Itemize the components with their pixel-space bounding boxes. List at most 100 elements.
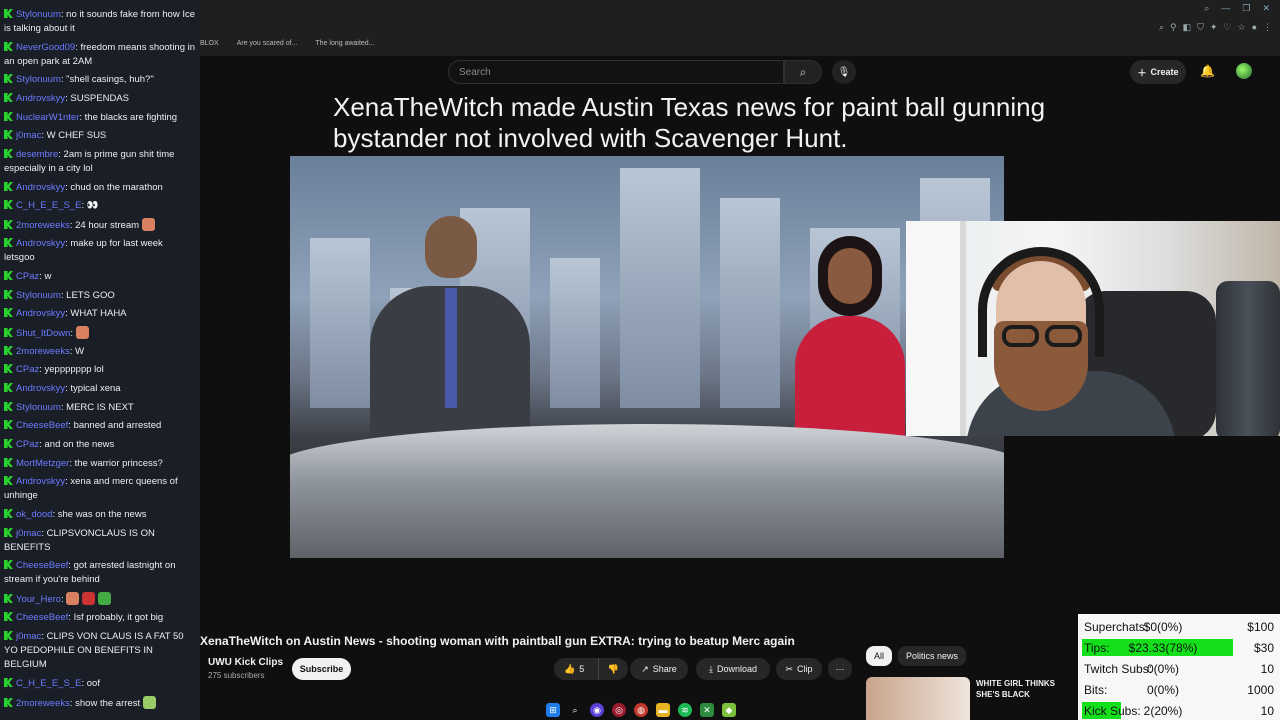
chat-username: ok_dood bbox=[16, 509, 53, 520]
chat-username: Your_Hero bbox=[16, 594, 62, 605]
goal-value: 2(20%) bbox=[1143, 704, 1183, 718]
more-icon: ⋯ bbox=[835, 663, 845, 674]
download-button[interactable]: ⤓ Download bbox=[696, 658, 770, 680]
kick-badge-icon bbox=[4, 631, 13, 640]
clip-button[interactable]: ✂ Clip bbox=[776, 658, 822, 680]
close-icon[interactable]: ✕ bbox=[1262, 3, 1270, 14]
recommended-video-thumbnail[interactable] bbox=[866, 677, 970, 720]
account-avatar[interactable] bbox=[1236, 63, 1252, 79]
video-title: XenaTheWitch on Austin News - shooting w… bbox=[200, 634, 795, 648]
shield-icon[interactable]: ⛉ bbox=[1197, 22, 1204, 33]
puzzle-icon[interactable]: ✦ bbox=[1210, 22, 1218, 33]
video-player[interactable] bbox=[290, 156, 1004, 558]
search-button[interactable]: ⌕ bbox=[784, 60, 822, 84]
chat-text: LETS GOO bbox=[66, 290, 115, 301]
bookmark-item[interactable]: Are you scared of... bbox=[237, 40, 298, 54]
chat-username: C_H_E_E_S_E bbox=[16, 200, 82, 211]
kick-badge-icon bbox=[4, 42, 13, 51]
kick-badge-icon bbox=[4, 9, 13, 18]
browser-toolbar: BLOX Are you scared of... The long await… bbox=[200, 0, 1280, 56]
scissors-icon: ✂ bbox=[785, 663, 794, 674]
obs-icon[interactable]: ◎ bbox=[612, 703, 626, 717]
search-input[interactable]: Search bbox=[448, 60, 784, 84]
chat-message: j0mac: W CHEF SUS bbox=[4, 129, 196, 143]
chat-username: Androvskyy bbox=[16, 476, 66, 487]
donation-goals-panel: Superchats: $0(0%) $100 Tips: $23.33(78%… bbox=[1078, 614, 1280, 720]
xbox-icon[interactable]: ✕ bbox=[700, 703, 714, 717]
bookmarks-bar: BLOX Are you scared of... The long await… bbox=[200, 40, 375, 54]
share-icon: ↗ bbox=[641, 663, 649, 674]
thumbs-up-icon: 👍 bbox=[564, 663, 576, 674]
recommended-video-title[interactable]: WHITE GIRL THINKS SHE'S BLACK bbox=[976, 678, 1080, 700]
skyline-building bbox=[550, 258, 600, 408]
chat-username: Androvskyy bbox=[16, 182, 66, 193]
more-actions-button[interactable]: ⋯ bbox=[828, 658, 852, 680]
kick-badge-icon bbox=[4, 112, 13, 121]
chat-message: CPaz: w bbox=[4, 270, 196, 284]
chat-message: 2moreweeks: 24 hour stream bbox=[4, 218, 196, 233]
share-button[interactable]: ↗ Share bbox=[630, 658, 688, 680]
pin-icon[interactable]: ⚲ bbox=[1170, 22, 1177, 33]
folder-icon[interactable]: ▬ bbox=[656, 703, 670, 717]
chip-all[interactable]: All bbox=[866, 646, 893, 666]
goal-row-kick-subs: Kick Subs: 2(20%) 10 bbox=[1078, 700, 1280, 720]
discord-icon[interactable]: ◉ bbox=[590, 703, 604, 717]
chat-text: W CHEF SUS bbox=[46, 130, 107, 141]
like-button[interactable]: 👍 5 👎 bbox=[554, 658, 628, 680]
star-icon[interactable]: ☆ bbox=[1237, 22, 1245, 33]
emote-icon bbox=[82, 592, 95, 605]
bookmark-item[interactable]: The long awaited... bbox=[315, 40, 374, 54]
search-icon[interactable]: ⌕ bbox=[568, 703, 582, 717]
chat-text: oof bbox=[86, 678, 100, 689]
chat-username: j0mac bbox=[16, 631, 42, 642]
notifications-bell-icon[interactable]: 🔔 bbox=[1200, 64, 1215, 78]
minimize-icon[interactable]: — bbox=[1221, 3, 1230, 14]
chat-username: 2moreweeks bbox=[16, 346, 70, 357]
extension-icon[interactable]: ◧ bbox=[1183, 22, 1192, 33]
recommendation-chips: All Politics news bbox=[866, 646, 967, 666]
zoom-icon[interactable]: ⌕ bbox=[1159, 22, 1164, 33]
spotify-icon[interactable]: ≋ bbox=[678, 703, 692, 717]
stream-screen: BLOX Are you scared of... The long await… bbox=[0, 0, 1280, 720]
chat-username: 2moreweeks bbox=[16, 220, 70, 231]
kick-badge-icon bbox=[4, 364, 13, 373]
maximize-icon[interactable]: ❐ bbox=[1242, 3, 1250, 14]
search-icon[interactable]: ⌕ bbox=[1204, 3, 1209, 14]
kick-badge-icon bbox=[4, 383, 13, 392]
kick-badge-icon bbox=[4, 612, 13, 621]
chat-message: NeverGood09: freedom means shooting in a… bbox=[4, 42, 196, 67]
chip-politics-news[interactable]: Politics news bbox=[898, 646, 967, 666]
create-button[interactable]: ＋ Create bbox=[1130, 60, 1186, 84]
goal-row-twitch-subs: Twitch Subs: 0(0%) 10 bbox=[1078, 658, 1280, 678]
kick-badge-icon bbox=[4, 93, 13, 102]
chat-message: Androvskyy: WHAT HAHA bbox=[4, 307, 196, 321]
create-label: Create bbox=[1150, 67, 1179, 77]
bookmark-item[interactable]: BLOX bbox=[200, 40, 219, 54]
chat-username: CheeseBeef bbox=[16, 612, 69, 623]
news-desk bbox=[290, 424, 1004, 558]
chat-message: desembre: 2am is prime gun shit time esp… bbox=[4, 149, 175, 174]
voice-search-button[interactable]: 🎙 bbox=[832, 60, 856, 84]
kick-badge-icon bbox=[4, 594, 13, 603]
chat-message: CheeseBeef: banned and arrested bbox=[4, 419, 196, 433]
chat-username: Androvskyy bbox=[16, 308, 66, 319]
kick-badge-icon bbox=[4, 528, 13, 537]
chat-username: MortMetzger bbox=[16, 458, 70, 469]
channel-name[interactable]: UWU Kick Clips bbox=[208, 657, 283, 668]
download-icon: ⤓ bbox=[708, 663, 713, 674]
youtube-header: Search ⌕ 🎙 ＋ Create 🔔 bbox=[200, 56, 1280, 90]
subscribe-button[interactable]: Subscribe bbox=[292, 658, 351, 680]
profile-icon[interactable]: ● bbox=[1252, 22, 1257, 33]
heart-icon[interactable]: ♡ bbox=[1223, 22, 1231, 33]
chat-message: Stylonuum: "shell casings, huh?" bbox=[4, 73, 196, 87]
windows-start-icon[interactable]: ⊞ bbox=[546, 703, 560, 717]
dislike-button[interactable]: 👎 bbox=[598, 658, 628, 680]
plus-icon: ＋ bbox=[1137, 67, 1147, 78]
chat-message: 2moreweeks: show the arrest bbox=[4, 696, 196, 711]
chat-message: CPaz: and on the news bbox=[4, 438, 196, 452]
chat-username: CheeseBeef bbox=[16, 420, 69, 431]
menu-icon[interactable]: ⋮ bbox=[1263, 22, 1272, 33]
app-icon[interactable]: ◆ bbox=[722, 703, 736, 717]
chat-text: yeppppppp lol bbox=[44, 364, 104, 375]
browser-icon[interactable]: ◍ bbox=[634, 703, 648, 717]
